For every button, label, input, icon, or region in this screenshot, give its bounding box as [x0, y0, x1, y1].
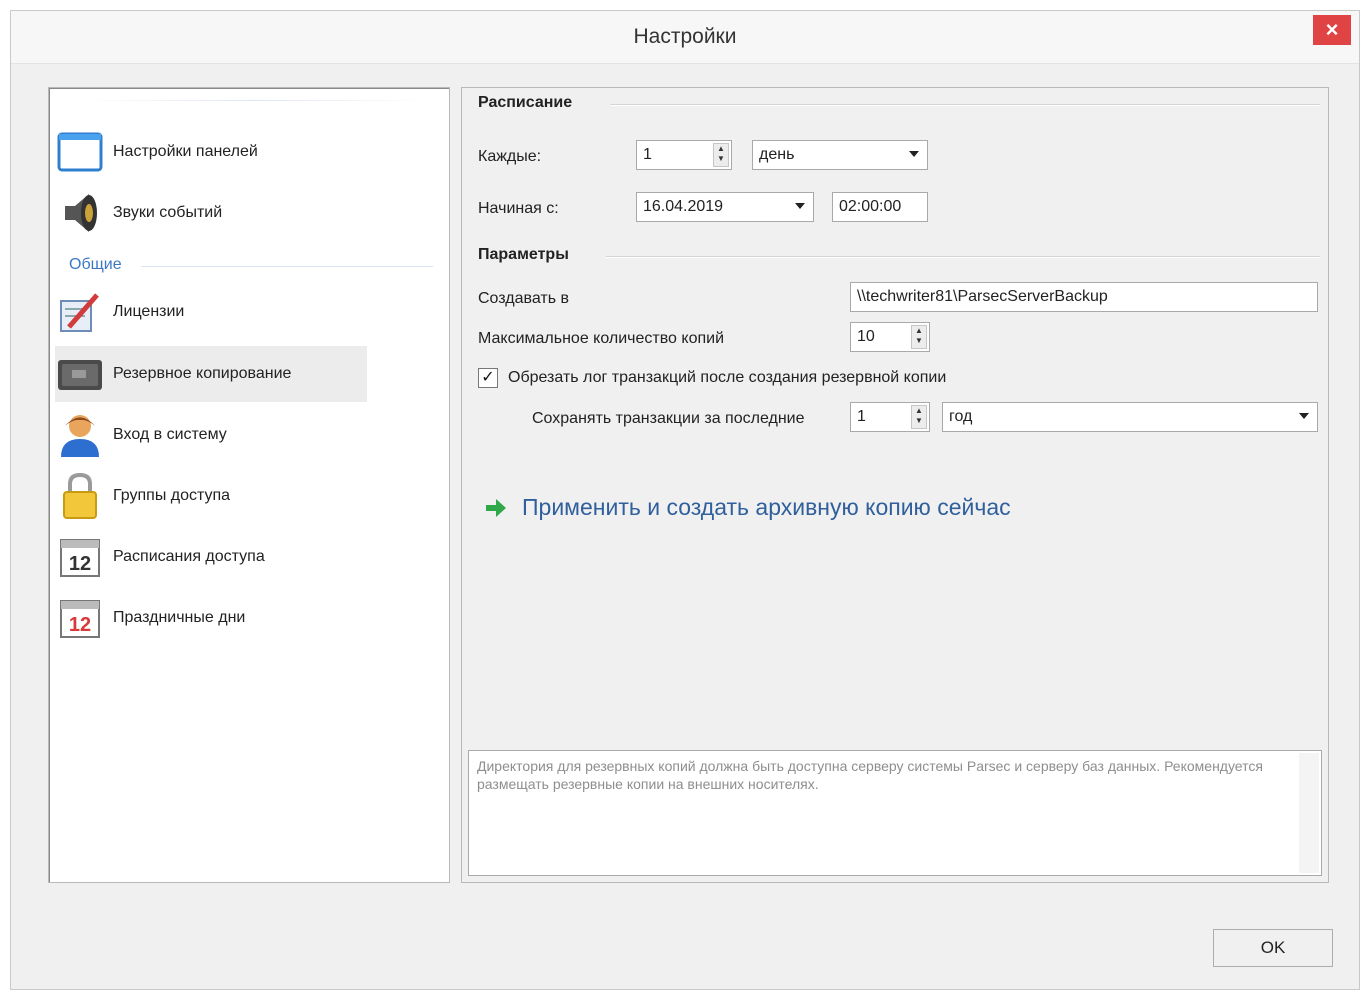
- keep-transactions-value: 1: [857, 408, 866, 425]
- every-stepper[interactable]: 1 ▲ ▼: [636, 140, 732, 170]
- ok-button[interactable]: OK: [1213, 929, 1333, 967]
- speaker-icon: [55, 188, 105, 238]
- divider: [79, 100, 429, 101]
- start-date-value: 16.04.2019: [643, 198, 724, 215]
- every-value: 1: [643, 146, 652, 163]
- sidebar-item-label: Настройки панелей: [113, 143, 258, 160]
- sidebar-item-access-groups[interactable]: Группы доступа: [55, 468, 367, 524]
- start-time-field[interactable]: 02:00:00: [832, 192, 928, 222]
- keep-transactions-label: Сохранять транзакции за последние: [532, 410, 805, 427]
- backup-drive-icon: [55, 349, 105, 399]
- hint-text: Директория для резервных копий должна бы…: [477, 758, 1263, 792]
- backup-settings-panel: Расписание Каждые: 1 ▲ ▼ день Начиная с: …: [461, 87, 1329, 883]
- start-label: Начиная с:: [478, 200, 559, 217]
- sidebar-item-backup[interactable]: Резервное копирование: [55, 346, 367, 402]
- backup-path-value: \\techwriter81\ParsecServerBackup: [857, 288, 1108, 305]
- chevron-down-icon: [795, 203, 805, 209]
- spinner-icon[interactable]: ▲ ▼: [713, 143, 729, 167]
- max-copies-stepper[interactable]: 10 ▲ ▼: [850, 322, 930, 352]
- green-arrow-icon: [486, 498, 506, 517]
- spinner-icon[interactable]: ▲ ▼: [911, 325, 927, 349]
- window-title: Настройки: [633, 25, 737, 48]
- calendar-icon: 12: [55, 532, 105, 582]
- keep-transactions-stepper[interactable]: 1 ▲ ▼: [850, 402, 930, 432]
- keep-period-select[interactable]: год: [942, 402, 1318, 432]
- svg-text:12: 12: [69, 614, 91, 636]
- sidebar-item-label: Звуки событий: [113, 204, 223, 221]
- chevron-down-icon: [1299, 413, 1309, 419]
- sidebar-item-label: Праздничные дни: [113, 609, 246, 626]
- sidebar-item-licenses[interactable]: Лицензии: [55, 284, 367, 340]
- max-copies-value: 10: [857, 328, 875, 345]
- keep-period-value: год: [949, 408, 973, 425]
- sidebar-item-sounds[interactable]: Звуки событий: [55, 185, 367, 241]
- sidebar-item-access-schedules[interactable]: 12 Расписания доступа: [55, 529, 367, 585]
- sidebar-item-login[interactable]: Вход в систему: [55, 407, 367, 463]
- user-icon: [55, 410, 105, 460]
- window-icon: [55, 127, 105, 177]
- apply-and-backup-label: Применить и создать архивную копию сейча…: [522, 494, 1011, 520]
- group-divider: [610, 104, 1320, 106]
- spinner-icon[interactable]: ▲ ▼: [911, 405, 927, 429]
- truncate-log-checkbox[interactable]: ✓: [478, 368, 498, 388]
- sidebar-item-label: Расписания доступа: [113, 548, 265, 565]
- max-copies-label: Максимальное количество копий: [478, 330, 725, 347]
- schedule-group-title: Расписание: [478, 94, 573, 111]
- svg-text:12: 12: [69, 553, 91, 575]
- backup-path-field[interactable]: \\techwriter81\ParsecServerBackup: [850, 282, 1318, 312]
- start-date-picker[interactable]: 16.04.2019: [636, 192, 814, 222]
- period-value: день: [759, 146, 795, 163]
- params-group-title: Параметры: [478, 246, 569, 263]
- sidebar: Настройки панелей Звуки событий Общие Ли…: [48, 87, 450, 883]
- sidebar-item-holidays[interactable]: 12 Праздничные дни: [55, 590, 367, 646]
- section-general-label: Общие: [69, 256, 122, 273]
- period-select[interactable]: день: [752, 140, 928, 170]
- apply-and-backup-link[interactable]: Применить и создать архивную копию сейча…: [484, 494, 1011, 521]
- scrollbar[interactable]: [1299, 753, 1319, 873]
- chevron-down-icon: [909, 151, 919, 157]
- group-divider: [606, 256, 1320, 258]
- sidebar-item-label: Лицензии: [113, 303, 185, 320]
- license-pen-icon: [55, 287, 105, 337]
- every-label: Каждые:: [478, 148, 542, 165]
- truncate-log-label: Обрезать лог транзакций после создания р…: [508, 369, 947, 386]
- sidebar-item-label: Вход в систему: [113, 426, 227, 443]
- sidebar-item-label: Группы доступа: [113, 487, 231, 504]
- start-time-value: 02:00:00: [839, 198, 902, 215]
- close-button[interactable]: ×: [1313, 15, 1351, 45]
- sidebar-item-panels[interactable]: Настройки панелей: [55, 124, 367, 180]
- title-bar: Настройки ×: [11, 11, 1359, 64]
- settings-window: Настройки × Настройки панелей Звуки собы…: [10, 10, 1360, 990]
- holiday-calendar-icon: 12: [55, 593, 105, 643]
- create-in-label: Создавать в: [478, 290, 569, 307]
- sidebar-item-label: Резервное копирование: [113, 365, 292, 382]
- lock-icon: [55, 471, 105, 521]
- hint-text-box: Директория для резервных копий должна бы…: [468, 750, 1322, 876]
- section-divider: [141, 266, 433, 267]
